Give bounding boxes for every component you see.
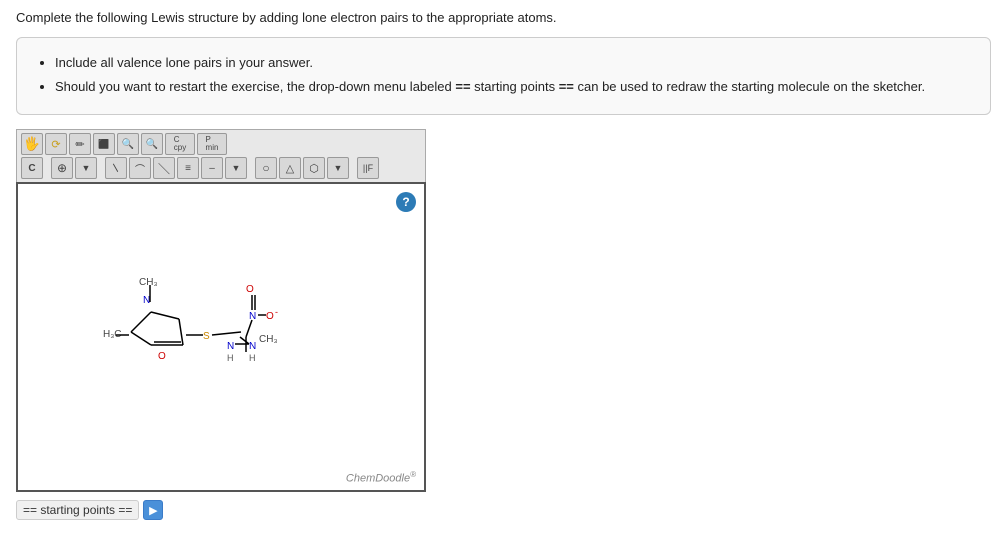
- ring-dropdown-btn[interactable]: ▼: [327, 157, 349, 179]
- copy-btn[interactable]: Ccpy: [165, 133, 195, 155]
- svg-text:O: O: [246, 284, 254, 295]
- starting-points-arrow-btn[interactable]: ▶: [143, 500, 163, 520]
- hand-tool-btn[interactable]: 🖐: [21, 133, 43, 155]
- lasso-tool-btn[interactable]: ⟳: [45, 133, 67, 155]
- single-bond-btn[interactable]: /: [105, 157, 127, 179]
- zoom-in-icon: 🔍: [122, 139, 134, 150]
- arrow-icon: ▶: [149, 504, 157, 517]
- hex-ring-icon: ⬡: [309, 162, 319, 175]
- single-bond-icon: /: [110, 162, 122, 174]
- info-box: Include all valence lone pairs in your a…: [16, 37, 991, 115]
- svg-text:-: -: [275, 307, 278, 317]
- hex-ring-btn[interactable]: ⬡: [303, 157, 325, 179]
- chemdoodle-sup: ®: [410, 470, 416, 479]
- carbon-btn[interactable]: C: [21, 157, 43, 179]
- dash-bond-btn[interactable]: –: [201, 157, 223, 179]
- sketcher-canvas[interactable]: ? CH₃ N H₃C O S: [16, 182, 426, 492]
- add-atom-icon: ⊕: [57, 161, 67, 175]
- paste-icon: Pmin: [206, 136, 219, 152]
- pencil-icon: ✏: [75, 138, 84, 151]
- dropdown-atom-btn[interactable]: ▼: [75, 157, 97, 179]
- circle-ring-btn[interactable]: ○: [255, 157, 277, 179]
- down-wedge-btn[interactable]: ＼: [153, 157, 175, 179]
- eq-symbol-1: ==: [455, 79, 470, 94]
- add-atom-btn[interactable]: ⊕: [51, 157, 73, 179]
- zoom-out-icon: 🔍: [146, 139, 158, 150]
- svg-text:H: H: [227, 353, 234, 363]
- sketcher-toolbar: 🖐 ⟳ ✏ ⬛ 🔍 🔍 Ccpy Pmin: [16, 129, 426, 182]
- svg-text:H: H: [249, 353, 256, 363]
- svg-text:N: N: [143, 295, 150, 306]
- toolbar-row-2: C ⊕ ▼ / ⌒ ＼ ≡ –: [21, 157, 421, 179]
- chemdoodle-label: ChemDoodle®: [346, 470, 416, 485]
- zoom-out-btn[interactable]: 🔍: [141, 133, 163, 155]
- up-wedge-icon: ⌒: [135, 161, 145, 176]
- up-wedge-btn[interactable]: ⌒: [129, 157, 151, 179]
- carbon-icon: C: [28, 163, 35, 174]
- svg-text:N: N: [227, 341, 234, 352]
- dash-bond-icon: –: [209, 163, 215, 174]
- toolbar-row-1: 🖐 ⟳ ✏ ⬛ 🔍 🔍 Ccpy Pmin: [21, 133, 421, 155]
- sketcher-container: 🖐 ⟳ ✏ ⬛ 🔍 🔍 Ccpy Pmin: [16, 129, 991, 520]
- info-bullet-1: Include all valence lone pairs in your a…: [55, 52, 972, 74]
- svg-text:CH₃: CH₃: [259, 334, 278, 345]
- zoom-in-btn[interactable]: 🔍: [117, 133, 139, 155]
- svg-text:O: O: [266, 311, 274, 322]
- paste-btn[interactable]: Pmin: [197, 133, 227, 155]
- select-icon: ⬛: [98, 139, 109, 150]
- select-tool-btn[interactable]: ⬛: [93, 133, 115, 155]
- triple-bond-btn[interactable]: ≡: [177, 157, 199, 179]
- charge-btn[interactable]: ||F: [357, 157, 379, 179]
- svg-text:N: N: [249, 341, 256, 352]
- lasso-icon: ⟳: [51, 138, 60, 151]
- circle-ring-icon: ○: [262, 161, 269, 175]
- pencil-tool-btn[interactable]: ✏: [69, 133, 91, 155]
- dropdown-atom-icon: ▼: [82, 163, 91, 173]
- down-wedge-icon: ＼: [158, 160, 170, 177]
- bond-dropdown-btn[interactable]: ▼: [225, 157, 247, 179]
- triangle-ring-icon: △: [286, 162, 294, 175]
- molecule-svg: CH₃ N H₃C O S O N: [31, 227, 371, 447]
- eq-symbol-2: ==: [559, 79, 574, 94]
- help-icon: ?: [402, 195, 409, 209]
- svg-text:S: S: [203, 331, 210, 342]
- copy-icon: Ccpy: [174, 136, 186, 152]
- help-button[interactable]: ?: [396, 192, 416, 212]
- svg-text:O: O: [158, 351, 166, 362]
- ring-dropdown-icon: ▼: [334, 163, 343, 173]
- page-instructions: Complete the following Lewis structure b…: [16, 10, 991, 25]
- triangle-ring-btn[interactable]: △: [279, 157, 301, 179]
- info-bullet-2: Should you want to restart the exercise,…: [55, 76, 972, 98]
- svg-text:CH₃: CH₃: [139, 277, 158, 288]
- hand-icon: 🖐: [24, 136, 40, 152]
- charge-icon: ||F: [363, 163, 373, 173]
- bottom-controls: == starting points == ▶: [16, 500, 163, 520]
- bond-dropdown-icon: ▼: [232, 163, 241, 173]
- triple-bond-icon: ≡: [185, 163, 191, 174]
- starting-points-label: == starting points ==: [16, 500, 139, 520]
